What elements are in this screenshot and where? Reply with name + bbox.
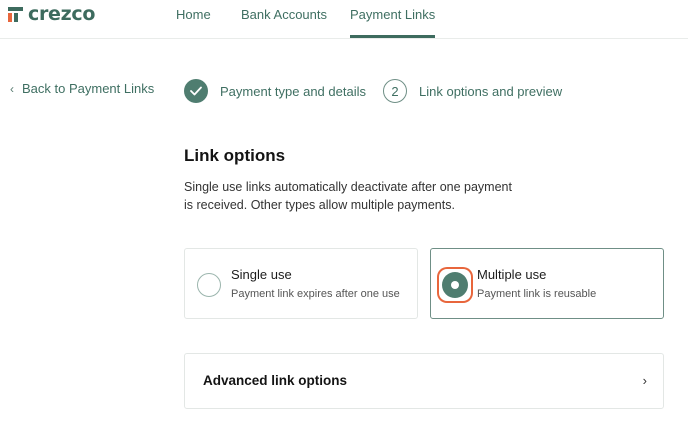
- nav-item-bank-accounts[interactable]: Bank Accounts: [241, 7, 327, 22]
- advanced-link-options-title: Advanced link options: [203, 373, 348, 388]
- chevron-right-icon: ›: [642, 373, 647, 388]
- option-card-multiple-use[interactable]: Multiple use Payment link is reusable: [430, 248, 664, 319]
- chevron-left-icon: ‹: [10, 81, 14, 96]
- step-payment-type[interactable]: Payment type and details: [184, 79, 366, 103]
- nav-item-payment-links[interactable]: Payment Links: [350, 7, 436, 38]
- step-link-options[interactable]: 2 Link options and preview: [383, 79, 562, 103]
- back-to-payment-links-link[interactable]: ‹ Back to Payment Links: [10, 81, 154, 96]
- option-subtitle: Payment link is reusable: [477, 288, 597, 300]
- option-subtitle: Payment link expires after one use: [231, 288, 400, 300]
- link-options-description: Single use links automatically deactivat…: [184, 180, 512, 212]
- logo-text: crezco: [28, 3, 96, 25]
- crezco-logo-icon: [8, 6, 23, 22]
- option-title: Single use: [231, 267, 292, 282]
- option-card-single-use[interactable]: Single use Payment link expires after on…: [184, 248, 418, 319]
- option-title: Multiple use: [477, 267, 547, 282]
- step-number: 2: [383, 79, 407, 103]
- nav-item-home[interactable]: Home: [176, 7, 211, 22]
- back-link-label: Back to Payment Links: [22, 81, 155, 96]
- step-label: Link options and preview: [419, 83, 563, 99]
- advanced-link-options-toggle[interactable]: Advanced link options ›: [184, 353, 664, 409]
- link-options-title: Link options: [184, 146, 286, 165]
- crezco-logo[interactable]: crezco: [8, 3, 96, 25]
- radio-single-use[interactable]: [197, 273, 221, 297]
- top-navigation-bar: crezco Home Bank Accounts Payment Links: [0, 0, 688, 39]
- radio-multiple-use[interactable]: [439, 269, 471, 301]
- step-label: Payment type and details: [220, 83, 366, 99]
- step-complete-check-icon: [184, 79, 208, 103]
